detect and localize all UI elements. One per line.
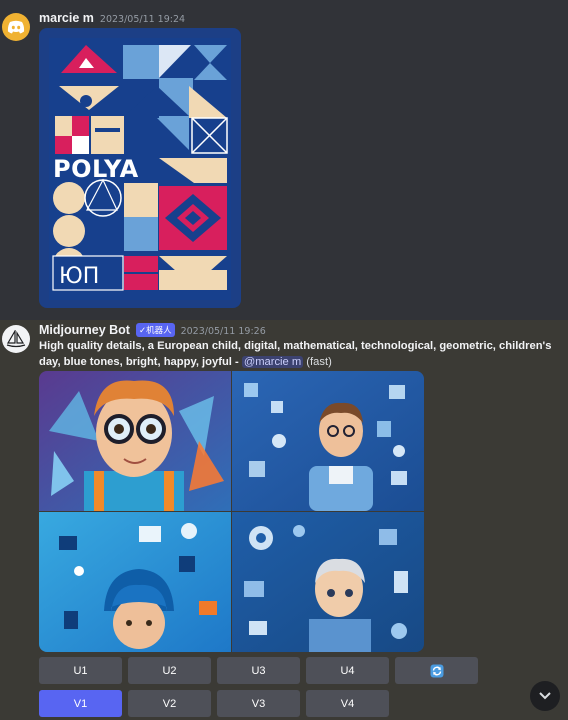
discord-avatar[interactable] bbox=[2, 13, 30, 41]
prompt-text: High quality details, a European child, … bbox=[39, 338, 559, 370]
variation-button-1[interactable]: V1 bbox=[39, 690, 122, 717]
generation-mode: (fast) bbox=[303, 356, 332, 368]
chevron-down-icon bbox=[539, 692, 551, 700]
image-grid[interactable] bbox=[39, 371, 424, 652]
image-tile-4 bbox=[232, 512, 424, 652]
discord-logo-icon bbox=[7, 20, 25, 34]
generated-images bbox=[39, 371, 424, 652]
upscale-button-1[interactable]: U1 bbox=[39, 657, 122, 684]
refresh-icon bbox=[430, 664, 443, 677]
image-tile-3 bbox=[39, 512, 231, 652]
svg-text:POLYA: POLYA bbox=[53, 155, 139, 183]
variation-button-4[interactable]: V4 bbox=[306, 690, 389, 717]
username[interactable]: marcie m bbox=[39, 11, 94, 25]
sailboat-icon bbox=[6, 330, 26, 348]
svg-text:ЮП: ЮП bbox=[59, 264, 99, 289]
variation-button-row: V1 V2 V3 V4 bbox=[39, 690, 389, 717]
upscale-button-3[interactable]: U3 bbox=[217, 657, 300, 684]
reroll-button[interactable] bbox=[395, 657, 478, 684]
timestamp: 2023/05/11 19:26 bbox=[180, 326, 266, 337]
timestamp: 2023/05/11 19:24 bbox=[99, 14, 186, 25]
bot-badge: ✓机器人 bbox=[135, 323, 175, 337]
upscale-button-2[interactable]: U2 bbox=[128, 657, 211, 684]
polya-poster-artwork: POLYA ЮП bbox=[39, 28, 241, 308]
image-tile-1 bbox=[39, 371, 231, 511]
prompt-separator: - bbox=[231, 356, 242, 368]
scroll-to-bottom-button[interactable] bbox=[530, 681, 560, 711]
midjourney-avatar[interactable] bbox=[2, 325, 30, 353]
message-marcie: marcie m 2023/05/11 19:24 POLYA ЮП bbox=[0, 0, 568, 320]
message-header: Midjourney Bot ✓机器人 2023/05/11 19:26 bbox=[39, 323, 266, 338]
message-header: marcie m 2023/05/11 19:24 bbox=[39, 11, 185, 25]
upscale-button-4[interactable]: U4 bbox=[306, 657, 389, 684]
username[interactable]: Midjourney Bot bbox=[39, 323, 130, 337]
polya-poster-image[interactable]: POLYA ЮП bbox=[39, 28, 241, 308]
image-tile-2 bbox=[232, 371, 424, 511]
variation-button-3[interactable]: V3 bbox=[217, 690, 300, 717]
variation-button-2[interactable]: V2 bbox=[128, 690, 211, 717]
upscale-button-row: U1 U2 U3 U4 bbox=[39, 657, 478, 684]
user-mention[interactable]: @marcie m bbox=[241, 356, 304, 368]
